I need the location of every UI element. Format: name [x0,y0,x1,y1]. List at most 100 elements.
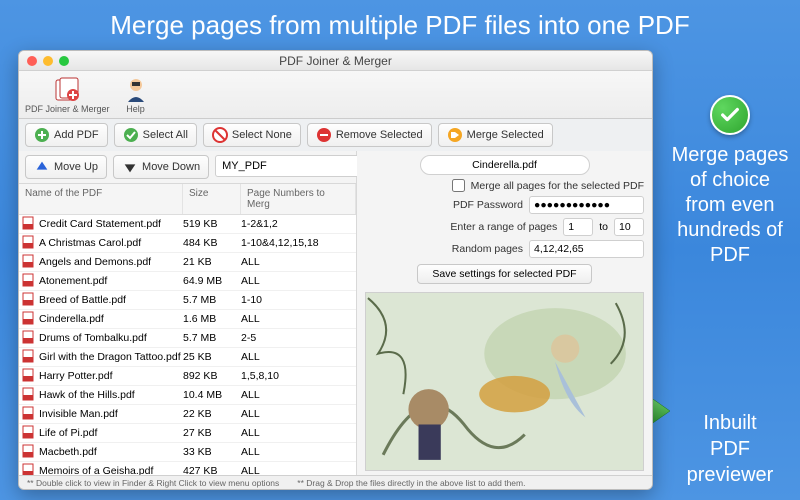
merge-icon [447,127,463,143]
table-row[interactable]: Memoirs of a Geisha.pdf427 KBALL [19,462,356,475]
file-pages: ALL [241,408,356,420]
file-name: Hawk of the Hills.pdf [39,389,183,401]
move-up-button[interactable]: Move Up [25,155,107,179]
pdf-file-icon [22,330,36,347]
pdf-file-icon [22,349,36,366]
move-down-button[interactable]: Move Down [113,155,209,179]
pdf-file-icon [22,235,36,252]
arrow-down-icon [122,159,138,175]
to-word: to [599,221,608,233]
output-filename-input[interactable] [215,155,371,177]
pdf-preview[interactable] [365,292,644,471]
file-pages: ALL [241,313,356,325]
file-name: Life of Pi.pdf [39,427,183,439]
file-pages: ALL [241,275,356,287]
file-pages: 1-10&4,12,15,18 [241,237,356,249]
table-row[interactable]: Angels and Demons.pdf21 KBALL [19,253,356,272]
file-table-body[interactable]: Credit Card Statement.pdf519 KB1-2&1,2A … [19,215,356,475]
minus-icon [316,127,332,143]
file-pages: 1-2&1,2 [241,218,356,230]
file-size: 5.7 MB [183,294,241,306]
table-row[interactable]: A Christmas Carol.pdf484 KB1-10&4,12,15,… [19,234,356,253]
merge-all-checkbox[interactable] [452,179,465,192]
table-row[interactable]: Credit Card Statement.pdf519 KB1-2&1,2 [19,215,356,234]
table-row[interactable]: Hawk of the Hills.pdf10.4 MBALL [19,386,356,405]
pdf-file-icon [22,273,36,290]
pdf-file-icon [22,292,36,309]
prohibit-icon [212,127,228,143]
pdf-file-icon [22,387,36,404]
merge-all-label: Merge all pages for the selected PDF [471,180,644,192]
col-size-header[interactable]: Size [183,184,241,214]
toolbar-help-button[interactable]: Help [122,76,150,114]
check-circle-icon [123,127,139,143]
table-header: Name of the PDF Size Page Numbers to Mer… [19,184,356,215]
col-name-header[interactable]: Name of the PDF [19,184,183,214]
select-all-button[interactable]: Select All [114,123,197,147]
file-list-pane: Move Up Move Down Name of the PDF Size P… [19,151,357,475]
file-size: 10.4 MB [183,389,241,401]
arrow-up-icon [34,159,50,175]
file-size: 519 KB [183,218,241,230]
footer-tip-2: ** Drag & Drop the files directly in the… [297,478,525,488]
titlebar: PDF Joiner & Merger [19,51,652,71]
pdf-file-icon [22,425,36,442]
main-toolbar: PDF Joiner & Merger Help [19,71,652,119]
col-pages-header[interactable]: Page Numbers to Merg [241,184,356,214]
table-row[interactable]: Invisible Man.pdf22 KBALL [19,405,356,424]
pdf-file-icon [22,254,36,271]
table-row[interactable]: Girl with the Dragon Tattoo.pdf25 KBALL [19,348,356,367]
pdf-file-icon [22,463,36,476]
file-size: 25 KB [183,351,241,363]
file-pages: ALL [241,427,356,439]
file-size: 427 KB [183,465,241,475]
table-row[interactable]: Drums of Tombalku.pdf5.7 MB2-5 [19,329,356,348]
random-label: Random pages [452,243,523,255]
file-pages: 1-10 [241,294,356,306]
save-settings-button[interactable]: Save settings for selected PDF [417,264,592,284]
file-pages: ALL [241,389,356,401]
table-row[interactable]: Atonement.pdf64.9 MBALL [19,272,356,291]
table-row[interactable]: Life of Pi.pdf27 KBALL [19,424,356,443]
callout-inbuilt-previewer: Inbuilt PDF previewer [670,410,790,488]
file-name: Atonement.pdf [39,275,183,287]
help-icon [122,76,150,104]
file-size: 484 KB [183,237,241,249]
file-name: Harry Potter.pdf [39,370,183,382]
file-name: Macbeth.pdf [39,446,183,458]
toolbar-app-label: PDF Joiner & Merger [25,104,110,114]
add-pdf-button[interactable]: Add PDF [25,123,108,147]
range-from-input[interactable] [563,218,593,236]
file-name: Cinderella.pdf [39,313,183,325]
file-pages: 1,5,8,10 [241,370,356,382]
file-name: Drums of Tombalku.pdf [39,332,183,344]
app-window: PDF Joiner & Merger PDF Joiner & Merger … [18,50,653,490]
table-row[interactable]: Harry Potter.pdf892 KB1,5,8,10 [19,367,356,386]
select-none-button[interactable]: Select None [203,123,301,147]
file-name: Memoirs of a Geisha.pdf [39,465,183,475]
table-row[interactable]: Cinderella.pdf1.6 MBALL [19,310,356,329]
file-name: Credit Card Statement.pdf [39,218,183,230]
file-size: 27 KB [183,427,241,439]
range-label: Enter a range of pages [450,221,557,233]
file-pages: 2-5 [241,332,356,344]
toolbar-app-button[interactable]: PDF Joiner & Merger [25,76,110,114]
file-size: 5.7 MB [183,332,241,344]
password-label: PDF Password [453,199,523,211]
check-icon [710,95,750,135]
hero-title: Merge pages from multiple PDF files into… [0,0,800,47]
merge-selected-button[interactable]: Merge Selected [438,123,553,147]
file-pages: ALL [241,351,356,363]
random-pages-input[interactable] [529,240,644,258]
pdf-file-icon [22,406,36,423]
file-size: 33 KB [183,446,241,458]
file-name: A Christmas Carol.pdf [39,237,183,249]
table-row[interactable]: Breed of Battle.pdf5.7 MB1-10 [19,291,356,310]
range-to-input[interactable] [614,218,644,236]
file-name: Girl with the Dragon Tattoo.pdf [39,351,183,363]
remove-selected-button[interactable]: Remove Selected [307,123,432,147]
selected-file-label: Cinderella.pdf [420,155,590,175]
password-input[interactable] [529,196,644,214]
table-row[interactable]: Macbeth.pdf33 KBALL [19,443,356,462]
file-size: 64.9 MB [183,275,241,287]
